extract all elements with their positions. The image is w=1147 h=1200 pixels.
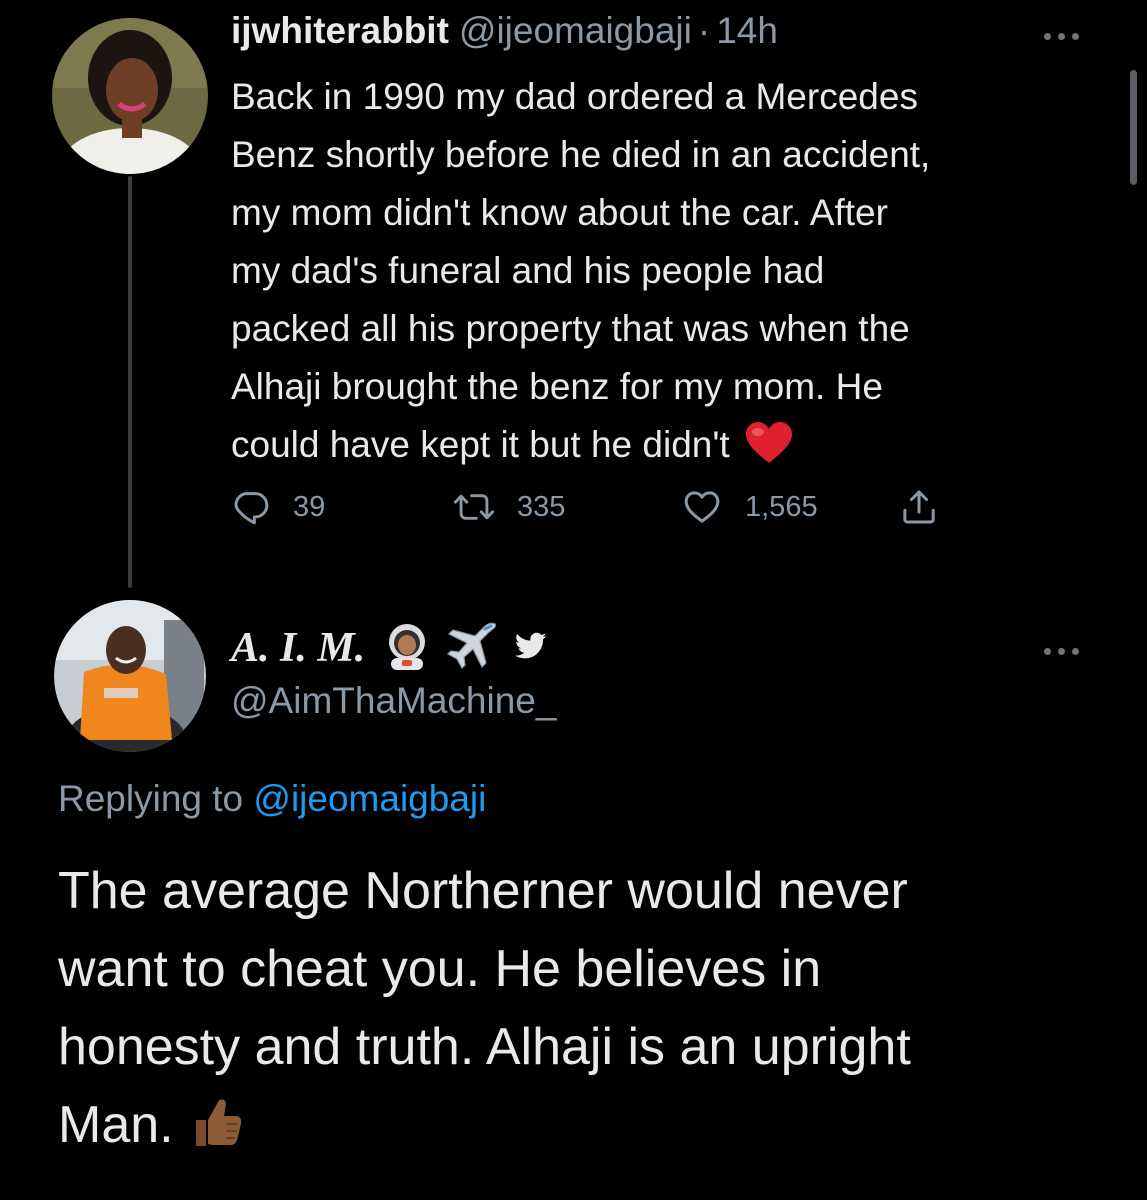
tweet-text-line: my dad's funeral and his people had <box>231 250 825 291</box>
reply-text-line: The average Northerner would never <box>58 862 908 920</box>
tweet-text: Back in 1990 my dad ordered a Mercedes B… <box>231 68 1111 482</box>
reply-count: 39 <box>293 490 326 523</box>
replying-prefix: Replying to <box>58 778 244 819</box>
reply-icon <box>231 487 271 527</box>
reply-text-line-last: Man. <box>58 1086 1118 1172</box>
retweet-button[interactable]: 335 <box>453 482 565 532</box>
tweet-text-line: Benz shortly before he died in an accide… <box>231 134 931 175</box>
tweet-header: ijwhiterabbit @ijeomaigbaji · 14h <box>231 10 778 60</box>
user-handle[interactable]: @ijeomaigbaji <box>459 10 692 52</box>
like-button[interactable]: 1,565 <box>681 482 818 532</box>
bird-logo-icon <box>515 632 547 665</box>
share-icon <box>899 487 939 527</box>
retweet-count: 335 <box>517 490 566 523</box>
thread-line <box>128 176 132 588</box>
airplane-icon <box>445 621 499 676</box>
tweet-text-line: Alhaji brought the benz for my mom. He <box>231 366 883 407</box>
astronaut-icon <box>385 622 429 675</box>
reply-text-line: want to cheat you. He believes in <box>58 940 822 998</box>
tweet-text-line: Back in 1990 my dad ordered a Mercedes <box>231 76 918 117</box>
display-name[interactable]: A. I. M. <box>231 624 365 672</box>
reply-header: A. I. M. <box>231 620 547 676</box>
user-handle[interactable]: @AimThaMachine_ <box>231 680 556 722</box>
share-button[interactable] <box>899 482 939 532</box>
reply-text-line: Man. <box>58 1096 174 1154</box>
reply-text-line: honesty and truth. Alhaji is an upright <box>58 1018 911 1076</box>
avatar[interactable] <box>52 18 208 174</box>
like-count: 1,565 <box>745 490 818 523</box>
red-heart-icon <box>744 421 794 482</box>
tweet-actions: 39 335 1,565 <box>231 482 991 532</box>
scrollbar[interactable] <box>1130 70 1137 185</box>
tweet-text-line: packed all his property that was when th… <box>231 308 910 349</box>
more-icon[interactable] <box>1044 648 1079 655</box>
tweet-text-line: my mom didn't know about the car. After <box>231 192 888 233</box>
mention-link[interactable]: @ijeomaigbaji <box>253 778 486 819</box>
more-icon[interactable] <box>1044 33 1079 40</box>
reply-button[interactable]: 39 <box>231 482 325 532</box>
reply-text: The average Northerner would never want … <box>58 852 1118 1172</box>
tweet-text-line: could have kept it but he didn't <box>231 424 730 465</box>
timestamp[interactable]: 14h <box>716 10 778 52</box>
separator: · <box>697 10 711 51</box>
heart-icon <box>681 487 723 527</box>
avatar[interactable] <box>54 600 206 752</box>
tweet-text-line-last: could have kept it but he didn't <box>231 416 1111 482</box>
display-name[interactable]: ijwhiterabbit <box>231 10 449 52</box>
replying-to: Replying to @ijeomaigbaji <box>58 778 486 820</box>
thumbs-up-icon <box>188 1094 244 1172</box>
retweet-icon <box>453 487 495 527</box>
name-emojis <box>385 621 547 676</box>
